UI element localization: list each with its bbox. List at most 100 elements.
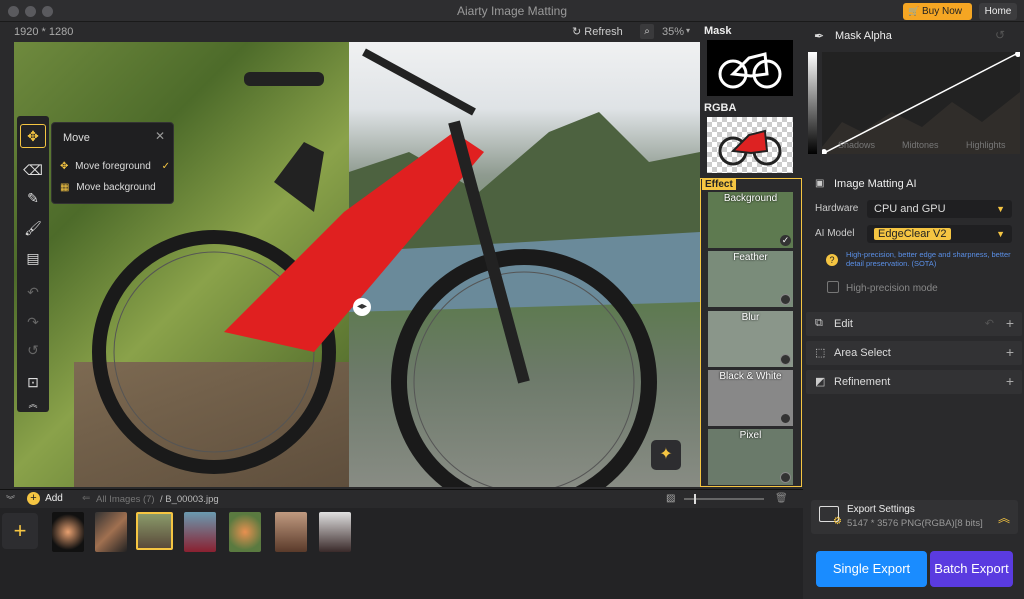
plus-icon[interactable]: + — [1006, 373, 1014, 389]
plus-icon[interactable]: + — [1006, 315, 1014, 331]
area-select-label: Area Select — [834, 347, 891, 359]
chevron-up-icon[interactable]: ︽ — [998, 509, 1010, 526]
radio-icon — [780, 413, 791, 424]
effect-background[interactable]: Background ✓ — [708, 192, 793, 248]
reset-button[interactable]: ↺ — [20, 338, 46, 362]
curve-end-handle[interactable] — [1015, 51, 1021, 57]
trash-icon[interactable]: 🗑 — [775, 493, 788, 504]
ai-model-value: EdgeClear V2 — [874, 228, 951, 240]
plus-circle-icon: + — [27, 492, 40, 505]
effect-pixel[interactable]: Pixel — [708, 429, 793, 485]
hardware-value: CPU and GPU — [874, 203, 946, 215]
high-precision-label: High-precision mode — [846, 283, 938, 294]
buy-now-button[interactable]: 🛒 Buy Now — [903, 3, 972, 20]
tray-toolbar: ︾ + Add ⇐ All Images (7) / B_00003.jpg ▨… — [0, 489, 803, 508]
add-label: Add — [45, 493, 63, 504]
thumbnail-woman-red[interactable] — [184, 512, 216, 552]
redo-button[interactable]: ↷ — [20, 310, 46, 334]
rgba-thumbnail[interactable] — [707, 117, 793, 173]
area-select-icon: ⬚ — [815, 347, 826, 359]
high-precision-checkbox[interactable] — [827, 281, 839, 293]
radio-icon — [780, 354, 791, 365]
bicycle-illustration — [92, 48, 657, 487]
undo-button[interactable]: ↶ — [20, 280, 46, 304]
hardware-select[interactable]: CPU and GPU ▼ — [867, 200, 1012, 218]
move-tool-button[interactable]: ✥ — [20, 124, 46, 148]
checkmark-icon: ✓ — [780, 235, 791, 246]
close-icon[interactable]: ✕ — [155, 129, 165, 143]
reset-curve-icon[interactable]: ↺ — [995, 28, 1005, 42]
effect-blur[interactable]: Blur — [708, 311, 793, 367]
thumbnail-woman-white[interactable] — [319, 512, 351, 552]
grid-icon: ▦ — [60, 182, 70, 193]
midtones-label: Midtones — [902, 140, 939, 150]
mask-alpha-curve[interactable]: Shadows Midtones Highlights — [821, 51, 1021, 155]
fit-view-button[interactable]: ⊡ — [20, 370, 46, 394]
thumbnail-woman-portrait[interactable] — [275, 512, 307, 552]
move-foreground-label: Move foreground — [75, 161, 151, 172]
undo-icon: ↶ — [984, 318, 994, 330]
thumbnail-size-slider[interactable] — [684, 494, 764, 504]
zoom-level: 35% — [662, 26, 685, 38]
ai-model-select[interactable]: EdgeClear V2 ▼ — [867, 225, 1012, 243]
image-matting-header: ▣ Image Matting AI — [806, 172, 1022, 196]
move-popup: Move ✕ ✥ Move foreground ✓ ▦ Move backgr… — [51, 122, 174, 204]
effect-blur-label: Blur — [741, 312, 760, 323]
paint-roller-button[interactable]: ▤ — [20, 246, 46, 270]
single-export-button[interactable]: Single Export — [816, 551, 927, 587]
chevron-up-icon: ︽ — [28, 398, 38, 409]
pipette-icon: ✒ — [814, 29, 825, 43]
effect-feather-label: Feather — [733, 252, 768, 263]
mask-thumbnail[interactable] — [707, 40, 793, 96]
batch-export-button[interactable]: Batch Export — [930, 551, 1013, 587]
pen-icon: ✎ — [27, 189, 39, 206]
effect-label: Effect — [702, 179, 736, 190]
eraser-tool-button[interactable]: ⌫ — [20, 158, 46, 182]
alpha-gradient-bar — [808, 52, 817, 154]
export-settings-detail: 5147 * 3576 PNG(RGBA)[8 bits] — [847, 518, 983, 529]
area-select-section[interactable]: ⬚ Area Select + — [806, 341, 1022, 365]
thumbnail-flowers[interactable] — [229, 512, 261, 552]
move-background-option[interactable]: ▦ Move background — [60, 182, 156, 193]
effect-black-white[interactable]: Black & White — [708, 370, 793, 426]
undo-icon: ↶ — [27, 283, 39, 300]
add-button[interactable]: + Add — [27, 492, 63, 505]
eraser-icon: ⌫ — [23, 161, 43, 178]
window-title: Aiarty Image Matting — [456, 4, 568, 18]
mask-label: Mask — [704, 25, 732, 37]
home-button[interactable]: Home — [979, 3, 1017, 20]
refresh-button[interactable]: ↻ Refresh — [572, 25, 623, 38]
refinement-label: Refinement — [834, 376, 891, 388]
move-foreground-option[interactable]: ✥ Move foreground ✓ — [60, 161, 170, 172]
plus-icon[interactable]: + — [1006, 344, 1014, 360]
image-matting-title: Image Matting AI — [834, 178, 917, 190]
refinement-section[interactable]: ◩ Refinement + — [806, 370, 1022, 394]
checkmark-icon: ✓ — [161, 161, 170, 172]
zoom-control[interactable]: ⌕ 35% ▾ — [640, 24, 694, 40]
thumbnail-bicycle[interactable] — [136, 512, 173, 550]
refresh-icon: ↻ — [572, 26, 582, 38]
brush-tool-button[interactable]: 🖌 — [20, 216, 46, 240]
sparkle-button[interactable]: ✦ — [651, 440, 681, 470]
pen-tool-button[interactable]: ✎ — [20, 186, 46, 210]
effect-feather[interactable]: Feather — [708, 251, 793, 307]
bicycle-mask-icon — [718, 52, 782, 89]
current-filename: / B_00003.jpg — [160, 494, 219, 505]
add-images-button[interactable]: + — [2, 513, 38, 549]
split-handle[interactable]: ◂▸ — [353, 298, 371, 316]
cart-icon: 🛒 — [908, 6, 920, 16]
chevron-down-icon: ▼ — [996, 229, 1005, 239]
collapse-tools-button[interactable]: ︽ — [20, 396, 46, 410]
image-canvas[interactable]: ◂▸ ✦ — [14, 42, 700, 487]
export-settings[interactable]: ⚙ Export Settings 5147 * 3576 PNG(RGBA)[… — [811, 500, 1018, 534]
back-arrow-icon[interactable]: ⇐ — [82, 493, 90, 504]
edit-section[interactable]: ⧉ Edit ↶ + — [806, 312, 1022, 336]
thumbnail-dragon[interactable] — [95, 512, 127, 552]
slider-thumb[interactable] — [694, 494, 696, 504]
thumbnail-jellyfish[interactable] — [52, 512, 84, 552]
refresh-label: Refresh — [584, 26, 623, 38]
canvas-toolbar: 1920 * 1280 ↻ Refresh ⌕ 35% ▾ — [0, 22, 700, 42]
collapse-tray-icon[interactable]: ︾ — [6, 493, 15, 506]
all-images-label[interactable]: All Images (7) — [96, 494, 155, 505]
title-bar: Aiarty Image Matting 🛒 Buy Now Home — [0, 0, 1024, 22]
